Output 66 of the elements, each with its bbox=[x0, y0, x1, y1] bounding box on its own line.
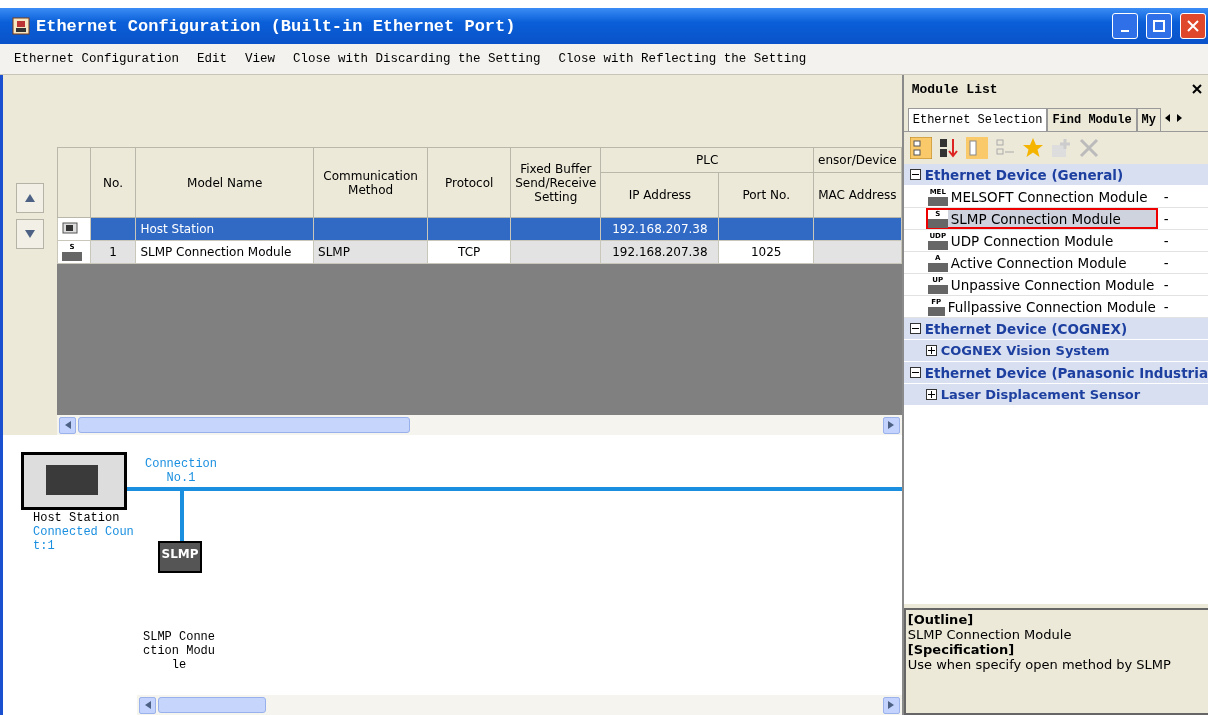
tree-item-value: - bbox=[1162, 254, 1169, 271]
table-cell: Host Station bbox=[135, 217, 314, 241]
menu-item[interactable]: Ethernet Configuration bbox=[14, 52, 180, 66]
column-header: ensor/Device bbox=[813, 147, 902, 173]
tab[interactable]: Ethernet Selection bbox=[907, 108, 1048, 131]
tree-subgroup[interactable]: COGNEX Vision System bbox=[903, 340, 1208, 362]
description-heading: [Outline] bbox=[907, 612, 975, 627]
app-icon bbox=[12, 17, 30, 35]
column-header: No. bbox=[90, 147, 136, 218]
tab[interactable]: My bbox=[1136, 108, 1161, 131]
table-cell: SLMP bbox=[313, 240, 428, 264]
tree-subgroup[interactable]: Laser Displacement Sensor bbox=[903, 384, 1208, 406]
maximize-icon bbox=[1153, 20, 1165, 32]
tree-item-value: - bbox=[1162, 232, 1169, 249]
plc-drawing[interactable] bbox=[21, 452, 127, 510]
connected-count-label: Connected Count:1 bbox=[33, 525, 135, 553]
menu-item[interactable]: View bbox=[245, 52, 276, 66]
column-header: Fixed Buffer Send/Receive Setting bbox=[510, 147, 601, 218]
tree-item-value: - bbox=[1162, 298, 1169, 315]
star-icon[interactable] bbox=[1021, 137, 1044, 159]
slmp-node[interactable]: SLMP bbox=[158, 541, 202, 573]
tab-scroll-arrows-icon[interactable] bbox=[1164, 113, 1184, 123]
connection-label: Connection No.1 bbox=[144, 457, 218, 485]
table-cell: 192.168.207.38 bbox=[600, 240, 719, 264]
up-arrow-icon bbox=[25, 193, 35, 203]
table-cell: SLMP Connection Module bbox=[135, 240, 314, 264]
panel-title: Module List bbox=[911, 81, 998, 97]
description-text: Use when specify open method by SLMP bbox=[907, 657, 1172, 672]
menu-item[interactable]: Close with Discarding the Setting bbox=[293, 52, 541, 66]
maximize-button[interactable] bbox=[1146, 13, 1172, 39]
close-icon bbox=[1187, 20, 1199, 32]
host-station-label: Host Station bbox=[33, 511, 121, 525]
module-icon bbox=[62, 221, 78, 234]
column-header: Model Name bbox=[135, 147, 314, 218]
column-header: MAC Address bbox=[813, 172, 902, 218]
description-text: SLMP Connection Module bbox=[907, 627, 1073, 642]
tree-item-value: - bbox=[1162, 276, 1169, 293]
column-header: Port No. bbox=[718, 172, 814, 218]
tree-group[interactable]: Ethernet Device (General) bbox=[903, 164, 1208, 186]
minimize-icon bbox=[1121, 30, 1129, 32]
tree-item-value: - bbox=[1162, 210, 1169, 227]
column-header: Protocol bbox=[427, 147, 511, 218]
tree-group[interactable]: Ethernet Device (Panasonic Industria bbox=[903, 362, 1208, 384]
horizontal-scrollbar[interactable] bbox=[57, 415, 902, 435]
close-icon[interactable] bbox=[1192, 84, 1202, 94]
tab[interactable]: Find Module bbox=[1047, 108, 1137, 131]
tree-item-value: - bbox=[1162, 188, 1169, 205]
column-header: Communication Method bbox=[313, 147, 428, 218]
close-button[interactable] bbox=[1180, 13, 1206, 39]
description-heading: [Specification] bbox=[907, 642, 1016, 657]
horizontal-scrollbar[interactable] bbox=[137, 695, 902, 715]
move-up-button[interactable] bbox=[16, 183, 44, 213]
move-down-button[interactable] bbox=[16, 219, 44, 249]
node-label: SLMP Connection Module bbox=[142, 630, 216, 672]
minimize-button[interactable] bbox=[1112, 13, 1138, 39]
menu-item[interactable]: Edit bbox=[197, 52, 228, 66]
down-arrow-icon bbox=[25, 229, 35, 239]
category-view-icon[interactable] bbox=[909, 137, 932, 159]
table-row[interactable]: Host Station 192.168.207.38 bbox=[57, 217, 902, 241]
tree-group[interactable]: Ethernet Device (COGNEX) bbox=[903, 318, 1208, 340]
window-title: Ethernet Configuration (Built-in Ethernet Port) bbox=[36, 16, 517, 36]
menu-item[interactable]: Close with Reflecting the Setting bbox=[558, 52, 807, 66]
sort-icon[interactable] bbox=[937, 137, 960, 159]
column-header: IP Address bbox=[600, 172, 719, 218]
table-cell: 192.168.207.38 bbox=[600, 217, 719, 241]
column-header: PLC bbox=[600, 147, 814, 173]
